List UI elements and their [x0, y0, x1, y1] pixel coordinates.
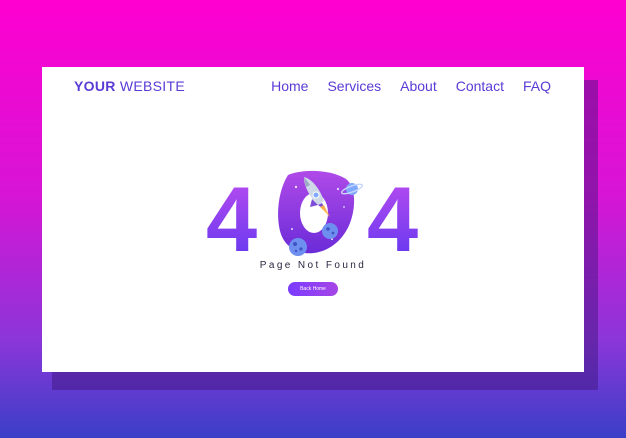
- back-home-button[interactable]: Back Home: [288, 282, 338, 296]
- digit-left: 4: [206, 169, 257, 257]
- nav-faq[interactable]: FAQ: [523, 78, 551, 94]
- brand-bold: YOUR: [74, 78, 116, 94]
- digit-right: 4: [367, 169, 418, 257]
- error-404-hero: 4 4: [206, 167, 422, 257]
- brand-light: WEBSITE: [115, 78, 185, 94]
- nav-services[interactable]: Services: [327, 78, 381, 94]
- nav-about[interactable]: About: [400, 78, 437, 94]
- site-logo[interactable]: YOUR WEBSITE: [74, 78, 185, 94]
- main-nav: Home Services About Contact FAQ: [271, 78, 551, 94]
- nav-contact[interactable]: Contact: [456, 78, 504, 94]
- nav-home[interactable]: Home: [271, 78, 308, 94]
- 404-illustration: 4 4: [206, 169, 418, 257]
- page-card: YOUR WEBSITE Home Services About Contact…: [42, 67, 584, 372]
- page-not-found-text: Page Not Found: [259, 260, 367, 271]
